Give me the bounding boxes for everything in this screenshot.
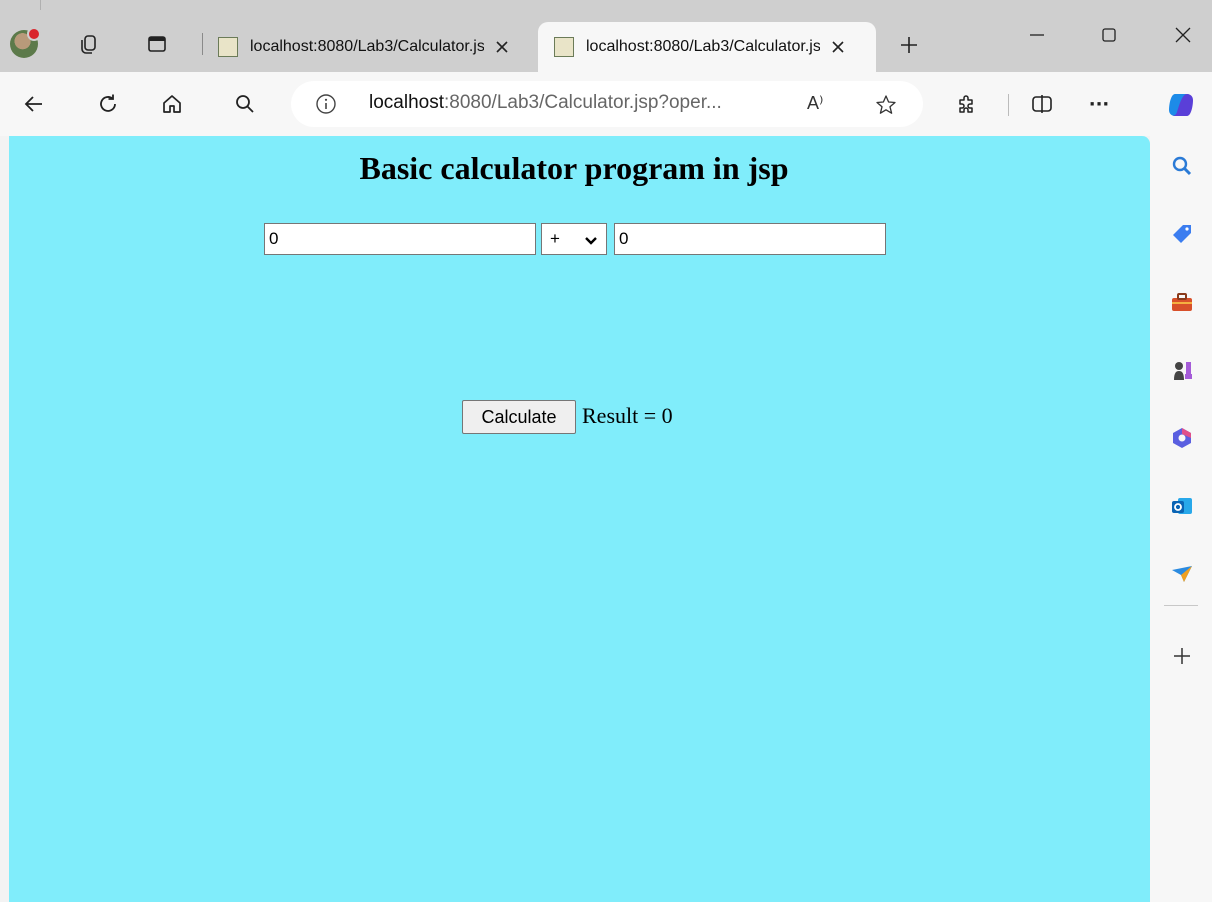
- toolbox-icon[interactable]: [1170, 290, 1194, 314]
- workspaces-icon[interactable]: [78, 33, 100, 55]
- split-screen-icon[interactable]: [1030, 92, 1054, 116]
- url-path: :8080/Lab3/Calculator.jsp?oper...: [444, 92, 722, 113]
- operator-value: +: [550, 229, 560, 248]
- tab-1-close-icon[interactable]: [492, 37, 512, 57]
- toolbar-separator: [1008, 94, 1009, 116]
- result-text: Result = 0: [582, 403, 673, 428]
- home-icon[interactable]: [160, 92, 184, 116]
- notification-dot: [27, 27, 41, 41]
- microsoft365-icon[interactable]: [1170, 426, 1194, 450]
- new-tab-icon[interactable]: [897, 33, 921, 57]
- tab-2[interactable]: localhost:8080/Lab3/Calculator.jsp: [538, 22, 876, 72]
- site-info-icon[interactable]: [315, 93, 337, 115]
- read-aloud-icon[interactable]: A⁾: [807, 93, 823, 114]
- tab-1-title: localhost:8080/Lab3/Calculator.jsp: [250, 38, 484, 55]
- tab-2-close-icon[interactable]: [828, 37, 848, 57]
- chess-icon[interactable]: [1170, 358, 1194, 382]
- operator-select[interactable]: +: [541, 223, 607, 255]
- edge-sidebar: [1150, 136, 1212, 902]
- more-options-icon[interactable]: ···: [1087, 92, 1111, 116]
- tag-icon[interactable]: [1170, 222, 1194, 246]
- window-edge: [40, 0, 41, 10]
- favorite-star-icon[interactable]: [874, 93, 898, 121]
- back-icon[interactable]: [22, 92, 46, 116]
- sidebar-divider: [1164, 605, 1198, 606]
- search-icon[interactable]: [233, 92, 257, 116]
- refresh-icon[interactable]: [96, 92, 120, 116]
- tab-2-title: localhost:8080/Lab3/Calculator.jsp: [586, 38, 820, 55]
- tab-separator: [202, 33, 203, 55]
- browser-toolbar: localhost:8080/Lab3/Calculator.jsp?oper.…: [0, 72, 1212, 136]
- calculate-button[interactable]: Calculate: [462, 400, 576, 434]
- search-icon[interactable]: [1170, 154, 1194, 178]
- send-icon[interactable]: [1170, 562, 1194, 586]
- vertical-tabs-icon[interactable]: [146, 33, 168, 55]
- tab-1[interactable]: localhost:8080/Lab3/Calculator.jsp: [208, 22, 540, 72]
- url-host: localhost: [369, 92, 444, 113]
- address-url[interactable]: localhost:8080/Lab3/Calculator.jsp?oper.…: [369, 92, 722, 114]
- second-number-input[interactable]: 0: [614, 223, 886, 255]
- extensions-icon[interactable]: [955, 92, 979, 116]
- outlook-icon[interactable]: [1170, 494, 1194, 518]
- chevron-down-icon: [582, 230, 600, 260]
- tab-strip: localhost:8080/Lab3/Calculator.jsp local…: [0, 0, 1212, 72]
- page-content: Basic calculator program in jsp 0 + 0 Ca…: [9, 136, 1150, 902]
- window-close-icon[interactable]: [1168, 24, 1198, 46]
- copilot-icon[interactable]: [1166, 90, 1196, 120]
- page-title: Basic calculator program in jsp: [359, 150, 789, 186]
- tomcat-favicon-icon: [554, 37, 574, 57]
- tomcat-favicon-icon: [218, 37, 238, 57]
- first-number-input[interactable]: 0: [264, 223, 536, 255]
- profile-avatar[interactable]: [10, 27, 41, 58]
- add-icon[interactable]: [1170, 644, 1194, 668]
- minimize-icon[interactable]: [1022, 24, 1052, 46]
- maximize-icon[interactable]: [1094, 24, 1124, 46]
- address-bar[interactable]: localhost:8080/Lab3/Calculator.jsp?oper.…: [291, 81, 923, 127]
